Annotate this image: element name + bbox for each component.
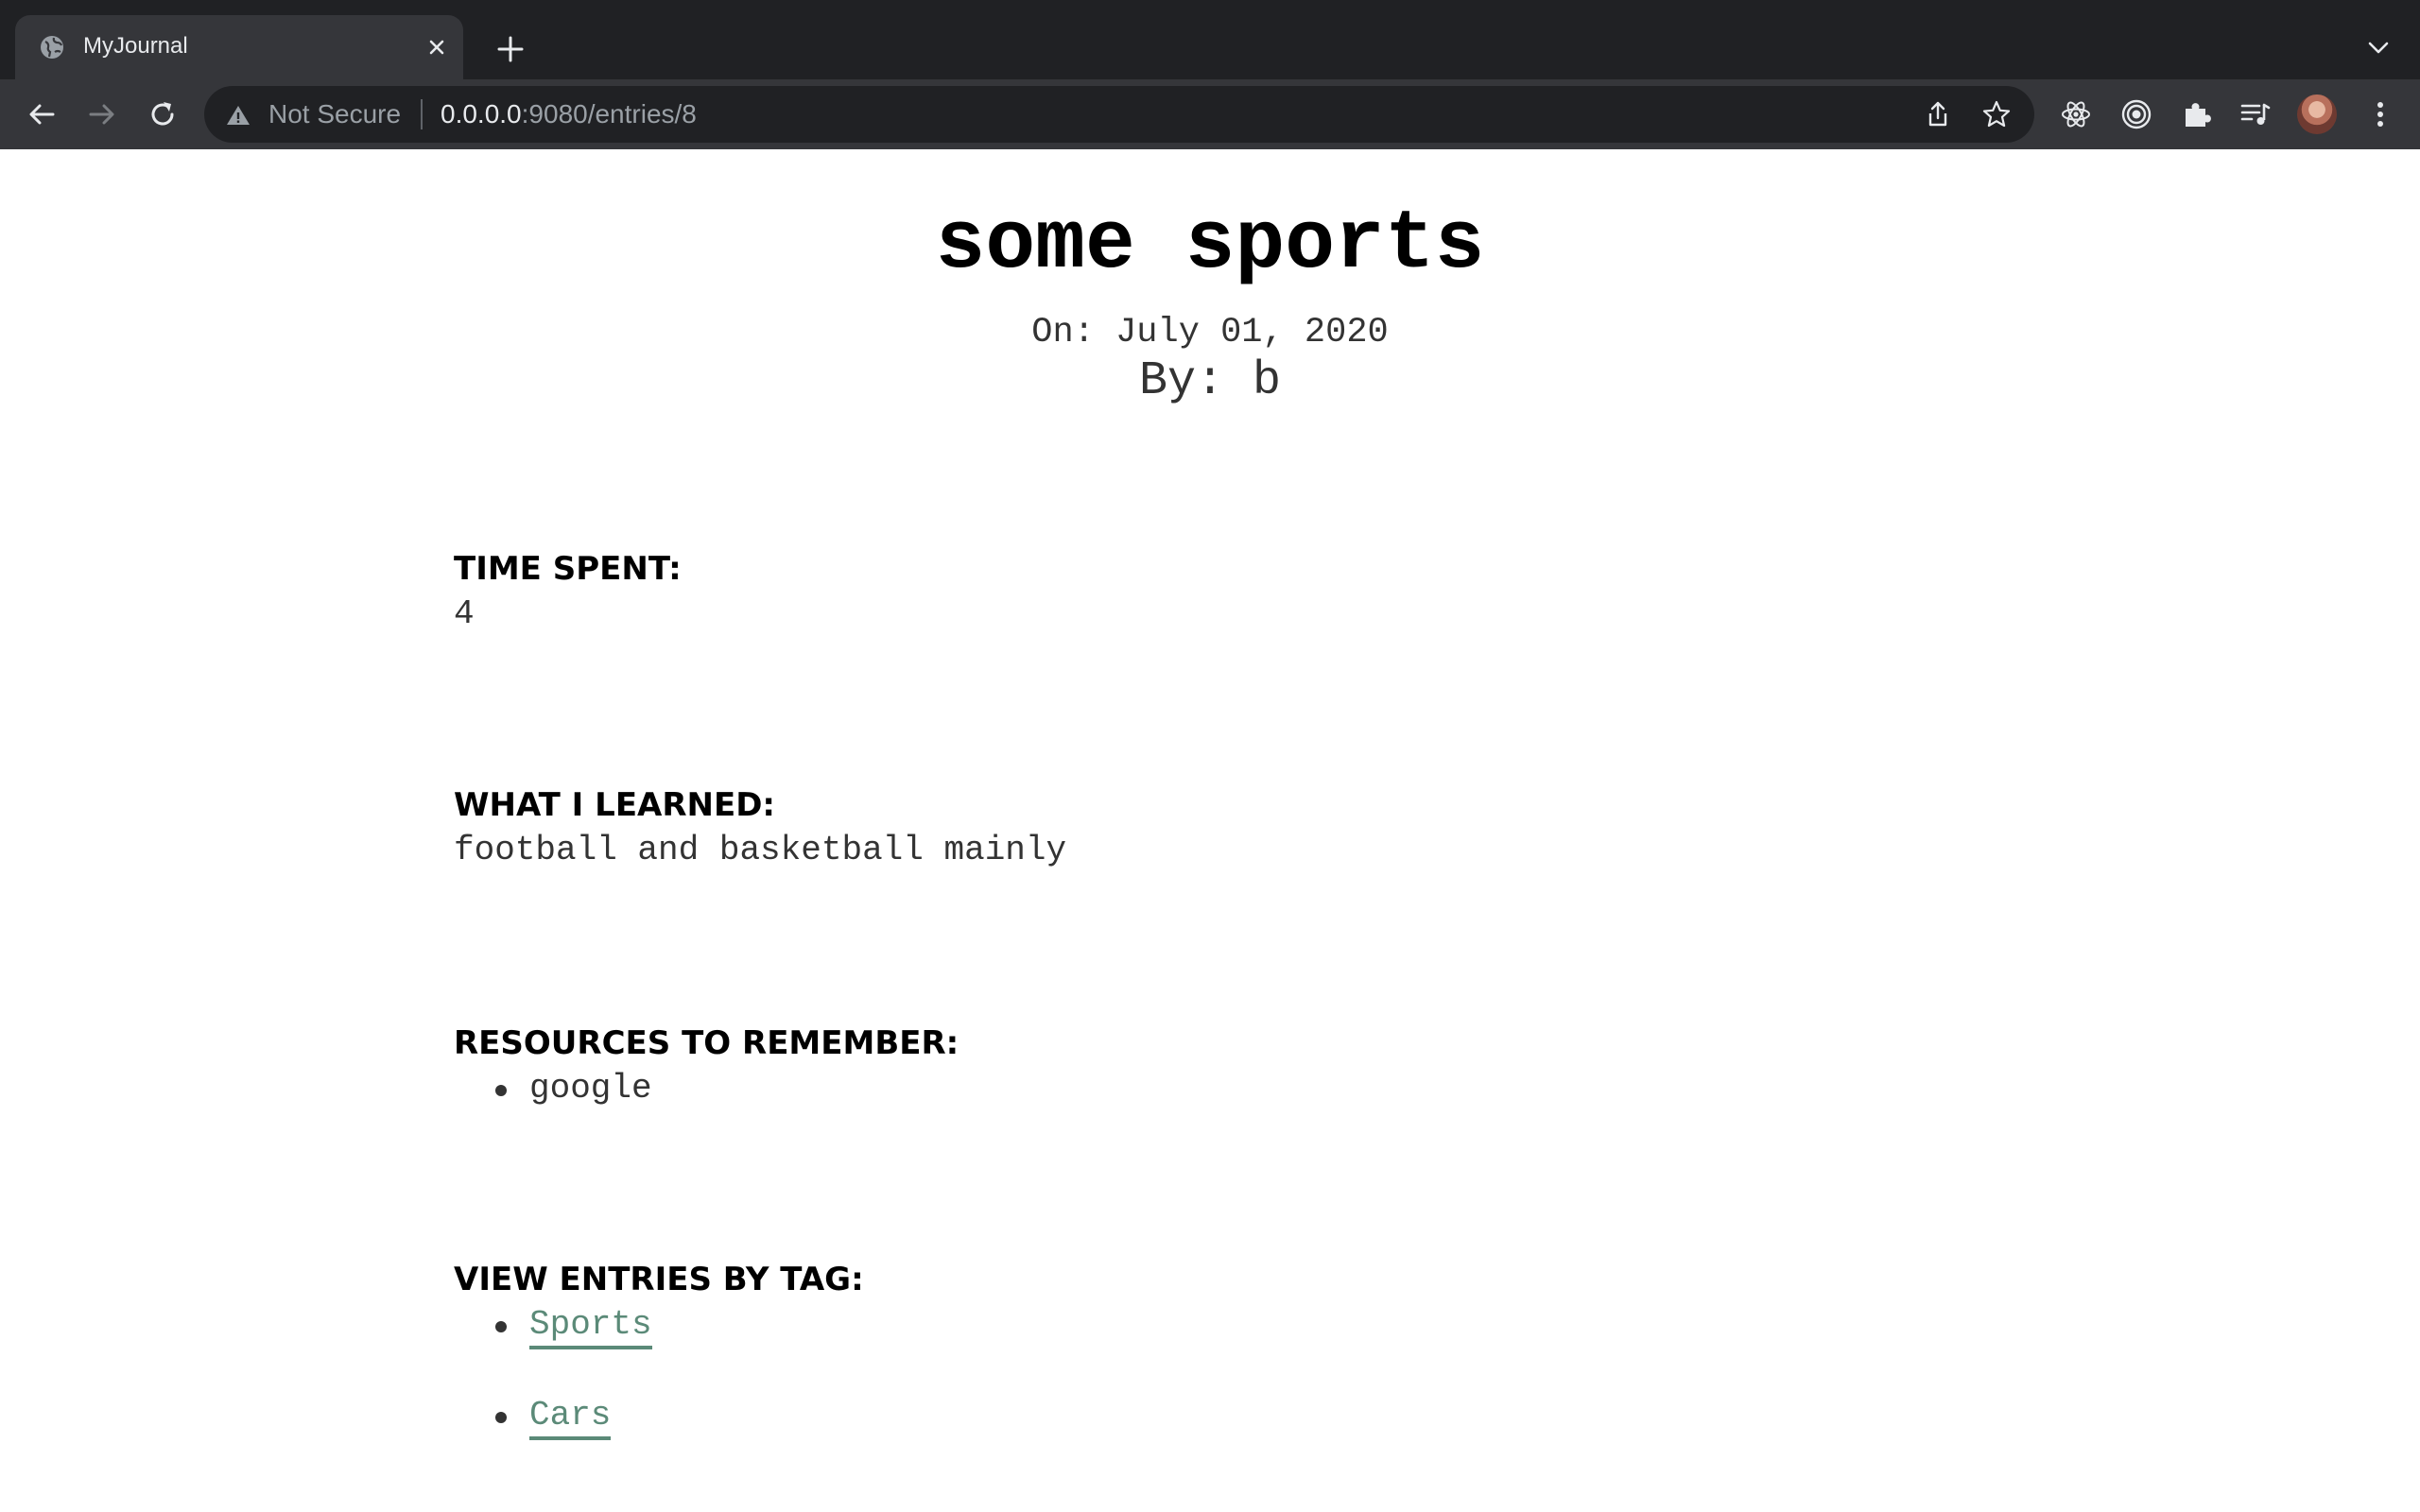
url-host: 0.0.0.0 [441, 99, 522, 129]
tag-list: Sports Cars [454, 1300, 864, 1482]
tag-link-cars[interactable]: Cars [529, 1396, 612, 1440]
target-extension-icon[interactable] [2119, 97, 2153, 131]
browser-toolbar: Not Secure 0.0.0.0:9080/entries/8 [0, 79, 2420, 149]
time-spent-heading: TIME SPENT: [454, 550, 682, 588]
url-text[interactable]: 0.0.0.0:9080/entries/8 [441, 99, 697, 129]
address-divider [421, 99, 423, 129]
more-menu-icon[interactable] [2363, 97, 2397, 131]
security-status[interactable]: Not Secure [268, 99, 401, 129]
react-devtools-icon[interactable] [2059, 97, 2093, 131]
tab-myjournal[interactable]: MyJournal [15, 15, 463, 79]
tab-strip: MyJournal [0, 0, 2420, 79]
resources-list: google [454, 1064, 959, 1113]
entry-author: By: b [1138, 354, 1282, 408]
address-bar[interactable]: Not Secure 0.0.0.0:9080/entries/8 [204, 86, 2034, 143]
warning-icon [227, 106, 250, 125]
resources-heading: RESOURCES TO REMEMBER: [454, 1024, 959, 1062]
reload-icon[interactable] [144, 95, 182, 133]
list-item: google [454, 1064, 959, 1113]
puzzle-extensions-icon[interactable] [2180, 97, 2214, 131]
tag-link-sports[interactable]: Sports [529, 1305, 652, 1349]
bullet-icon [495, 1412, 507, 1423]
reading-list-icon[interactable] [2238, 97, 2273, 131]
learned-heading: WHAT I LEARNED: [454, 786, 776, 824]
learned-value: football and basketball mainly [454, 831, 1067, 869]
share-icon[interactable] [1923, 99, 1953, 129]
resource-item: google [529, 1069, 652, 1108]
chevron-down-icon[interactable] [2361, 30, 2395, 64]
list-item: Sports [454, 1300, 864, 1391]
entry-title: some sports [935, 198, 1485, 292]
learned-section: WHAT I LEARNED: football and basketball … [454, 784, 1066, 875]
tags-section: VIEW ENTRIES BY TAG: Sports Cars [454, 1259, 864, 1482]
forward-arrow-icon[interactable] [83, 95, 121, 133]
time-spent-value: 4 [454, 594, 475, 633]
tags-heading: VIEW ENTRIES BY TAG: [454, 1261, 864, 1298]
profile-avatar[interactable] [2297, 94, 2337, 134]
bullet-icon [495, 1085, 507, 1096]
entry-date: On: July 01, 2020 [1031, 313, 1389, 352]
url-path: :9080/entries/8 [521, 99, 697, 129]
globe-icon [41, 36, 63, 59]
tab-title: MyJournal [83, 33, 188, 59]
page-content: some sports On: July 01, 2020 By: b TIME… [0, 149, 2420, 1512]
close-icon[interactable] [424, 34, 450, 60]
bookmark-star-icon[interactable] [1981, 99, 2012, 129]
back-arrow-icon[interactable] [23, 95, 60, 133]
list-item: Cars [454, 1391, 864, 1482]
resources-section: RESOURCES TO REMEMBER: google [454, 1022, 959, 1113]
bullet-icon [495, 1321, 507, 1332]
time-spent-section: TIME SPENT: 4 [454, 548, 682, 639]
new-tab-plus-icon[interactable] [492, 30, 529, 68]
